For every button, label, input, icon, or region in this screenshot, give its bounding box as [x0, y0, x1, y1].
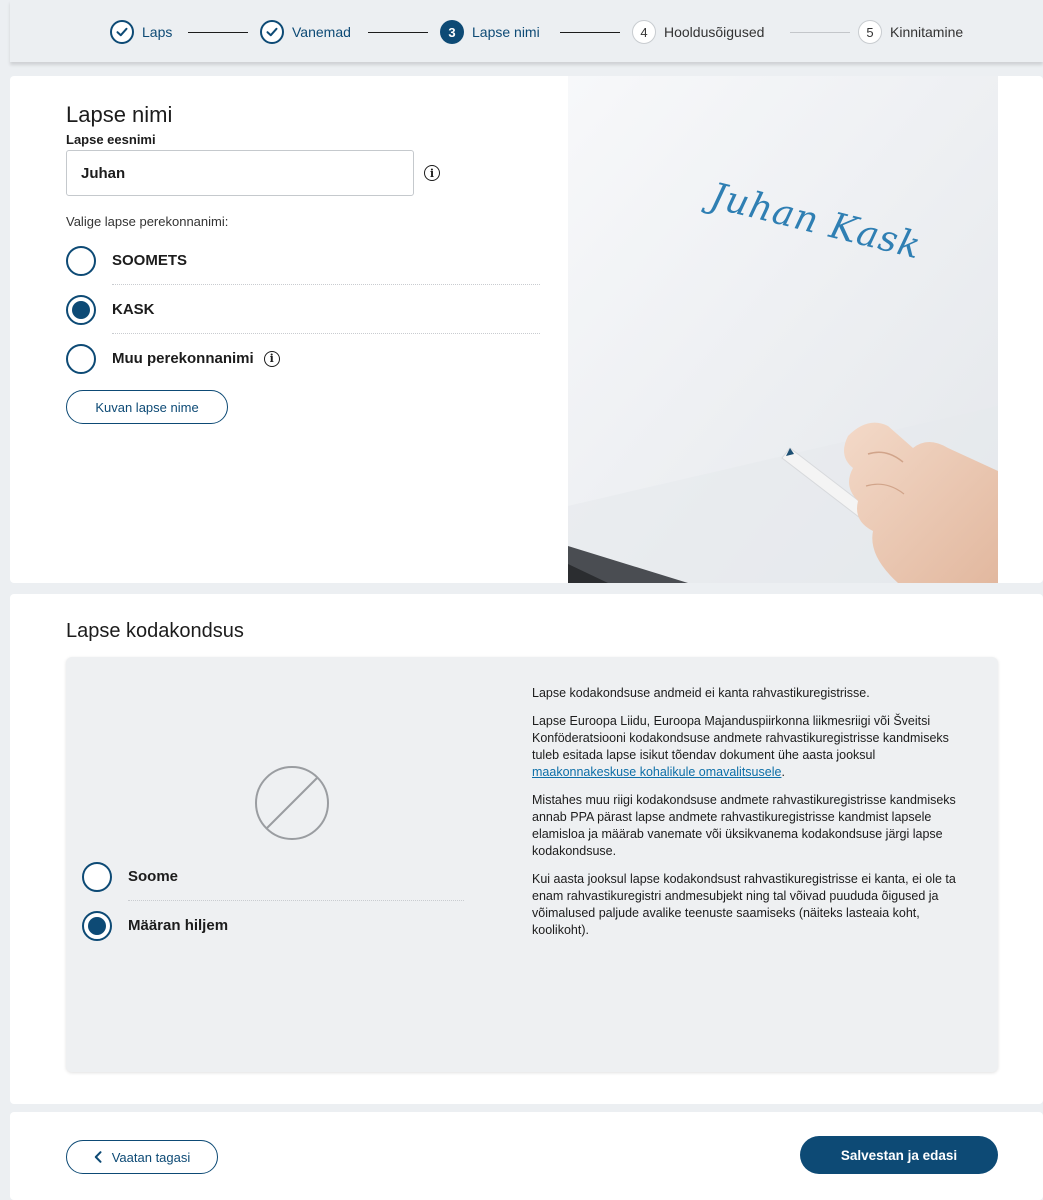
radio-button[interactable]	[66, 294, 96, 325]
citizenship-option-soome[interactable]: Soome	[82, 852, 464, 901]
info-paragraph: Lapse Euroopa Liidu, Euroopa Majanduspii…	[532, 713, 978, 781]
citizenship-panel: Soome Määran hiljem Lapse kodakondsuse a…	[66, 657, 998, 1072]
step-connector	[560, 32, 620, 33]
surname-prompt: Valige lapse perekonnanimi:	[66, 214, 229, 229]
first-name-label: Lapse eesnimi	[66, 132, 156, 147]
info-icon[interactable]: i	[263, 350, 280, 367]
step-label: Vanemad	[292, 24, 351, 40]
surname-option-kask[interactable]: KASK	[66, 285, 540, 334]
info-paragraph: Mistahes muu riigi kodakondsuse andmete …	[532, 793, 956, 858]
radio-label: SOOMETS	[112, 252, 188, 269]
step-lapse-nimi[interactable]: 3 Lapse nimi	[440, 19, 540, 45]
prohibited-icon	[255, 766, 329, 840]
radio-label: Soome	[128, 868, 179, 885]
citizenship-section: Lapse kodakondsus Soome Määran hiljem La…	[10, 594, 1043, 1104]
step-connector	[790, 32, 850, 33]
info-paragraph: Kui aasta jooksul lapse kodakondsust rah…	[532, 872, 956, 937]
radio-label: KASK	[112, 301, 155, 318]
child-name-section: Lapse nimi Lapse eesnimi i Valige lapse …	[10, 76, 1043, 583]
step-kinnitamine[interactable]: 5 Kinnitamine	[858, 19, 963, 45]
back-button[interactable]: Vaatan tagasi	[66, 1140, 218, 1174]
first-name-input[interactable]	[66, 150, 414, 196]
step-label: Kinnitamine	[890, 24, 964, 40]
step-connector	[188, 32, 248, 33]
step-vanemad[interactable]: Vanemad	[260, 19, 351, 45]
step-laps[interactable]: Laps	[110, 19, 172, 45]
paper-illustration	[568, 76, 998, 583]
radio-label: Muu perekonnanimi	[112, 350, 254, 367]
radio-label: Määran hiljem	[128, 917, 229, 934]
local-government-link[interactable]: maakonnakeskuse kohalikule omavalitsusel…	[532, 765, 781, 779]
step-hooldusoigused[interactable]: 4 Hooldusõigused	[632, 19, 764, 45]
step-number: 5	[858, 20, 882, 44]
info-text: .	[781, 765, 785, 779]
radio-button[interactable]	[82, 861, 112, 892]
radio-button[interactable]	[82, 910, 112, 941]
step-label: Hooldusõigused	[664, 24, 765, 40]
radio-button[interactable]	[66, 343, 96, 374]
section-title: Lapse nimi	[66, 102, 173, 127]
info-icon[interactable]: i	[424, 165, 440, 181]
step-label: Laps	[142, 24, 173, 40]
signature-illustration: Juhan Kask	[568, 76, 998, 583]
surname-option-other[interactable]: Muu perekonnanimi i	[66, 334, 540, 383]
save-and-continue-button[interactable]: Salvestan ja edasi	[800, 1136, 998, 1174]
step-number: 4	[632, 20, 656, 44]
check-icon	[110, 20, 134, 44]
back-button-label: Vaatan tagasi	[111, 1149, 191, 1165]
navigation-footer: Vaatan tagasi Salvestan ja edasi	[10, 1112, 1043, 1200]
info-paragraph: Lapse kodakondsuse andmeid ei kanta rahv…	[532, 686, 870, 700]
citizenship-option-later[interactable]: Määran hiljem	[82, 901, 464, 950]
section-title: Lapse kodakondsus	[66, 620, 244, 642]
radio-button[interactable]	[66, 245, 96, 276]
progress-stepper: Laps Vanemad 3 Lapse nimi 4 Hooldusõigus…	[10, 0, 1043, 62]
step-connector	[368, 32, 428, 33]
citizenship-info: Lapse kodakondsuse andmeid ei kanta rahv…	[532, 685, 978, 950]
show-child-name-button[interactable]: Kuvan lapse nime	[66, 390, 228, 424]
step-label: Lapse nimi	[472, 24, 540, 40]
info-text: Lapse Euroopa Liidu, Euroopa Majanduspii…	[532, 714, 949, 762]
step-number: 3	[440, 20, 464, 44]
surname-option-soomets[interactable]: SOOMETS	[66, 236, 540, 285]
chevron-left-icon	[94, 1151, 102, 1163]
check-icon	[260, 20, 284, 44]
